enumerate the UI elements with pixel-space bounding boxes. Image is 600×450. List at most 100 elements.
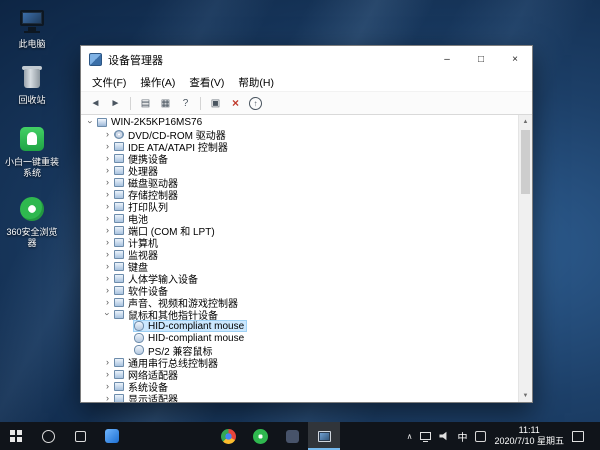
chevron-right-icon — [102, 249, 113, 259]
tree-item-mice-pointing[interactable]: 鼠标和其他指针设备 — [81, 308, 518, 320]
menu-view[interactable]: 查看(V) — [182, 73, 231, 92]
help-icon[interactable]: ? — [177, 95, 194, 112]
back-icon[interactable]: ◄ — [87, 95, 104, 112]
display-adapter-icon — [114, 394, 124, 403]
menu-help[interactable]: 帮助(H) — [231, 73, 281, 92]
sound-controller-icon — [114, 298, 124, 307]
maximize-button[interactable]: □ — [464, 46, 498, 73]
chevron-down-icon — [85, 117, 96, 127]
chevron-right-icon — [102, 177, 113, 187]
ime-icon[interactable] — [475, 431, 486, 442]
uninstall-device-icon[interactable]: × — [227, 95, 244, 112]
pinned-app-icon — [105, 429, 119, 443]
chevron-right-icon — [102, 129, 113, 139]
computer-icon — [97, 118, 107, 127]
green-browser-icon — [253, 429, 268, 444]
this-pc-icon — [17, 8, 47, 36]
titlebar[interactable]: 设备管理器 – □ × — [81, 46, 532, 73]
window-title: 设备管理器 — [108, 52, 430, 68]
taskbar-clock[interactable]: 11:11 2020/7/10 星期五 — [494, 425, 564, 448]
scan-hardware-icon[interactable]: ▣ — [207, 95, 224, 112]
cortana-button[interactable] — [32, 422, 64, 450]
windows-logo-icon — [10, 430, 22, 442]
minimize-button[interactable]: – — [430, 46, 464, 73]
task-view-icon — [75, 431, 86, 442]
chevron-right-icon — [102, 297, 113, 307]
360-browser-icon — [17, 196, 47, 224]
pinned-360-browser-button[interactable] — [244, 422, 276, 450]
chevron-right-icon — [102, 273, 113, 283]
properties-icon[interactable]: ▦ — [157, 95, 174, 112]
chevron-right-icon — [102, 393, 113, 402]
network-icon[interactable] — [420, 432, 431, 440]
chevron-right-icon — [102, 225, 113, 235]
clock-date: 2020/7/10 星期五 — [494, 436, 564, 447]
input-method-indicator[interactable]: 中 — [457, 429, 467, 444]
processor-icon — [114, 166, 124, 175]
toolbar-separator — [200, 97, 201, 110]
mouse-device-icon — [134, 333, 144, 343]
toolbar-separator — [130, 97, 131, 110]
dark-app-icon — [286, 430, 299, 443]
pinned-app-1[interactable] — [96, 422, 128, 450]
desktop-icon-this-pc[interactable]: 此电脑 — [2, 8, 62, 50]
menu-bar: 文件(F) 操作(A) 查看(V) 帮助(H) — [81, 73, 532, 92]
volume-icon[interactable] — [439, 431, 449, 441]
tree-item-display-adapters[interactable]: 显示适配器 — [81, 392, 518, 402]
vertical-scrollbar[interactable]: ▲ ▼ — [518, 115, 532, 402]
menu-file[interactable]: 文件(F) — [85, 73, 133, 92]
scroll-down-icon[interactable]: ▼ — [519, 389, 532, 402]
scrollbar-thumb[interactable] — [521, 130, 530, 194]
tray-expand-icon[interactable]: ∧ — [407, 432, 413, 441]
mouse-category-icon — [114, 310, 124, 319]
ports-icon — [114, 226, 124, 235]
scroll-up-icon[interactable]: ▲ — [519, 115, 532, 128]
computer-category-icon — [114, 238, 124, 247]
chevron-right-icon — [102, 153, 113, 163]
software-device-icon — [114, 286, 124, 295]
desktop-icon-360-browser[interactable]: 360安全浏览器 — [2, 196, 62, 250]
browser-circle-icon — [221, 429, 236, 444]
cortana-circle-icon — [42, 430, 55, 443]
chevron-right-icon — [102, 201, 113, 211]
print-queue-icon — [114, 202, 124, 211]
action-center-icon[interactable] — [572, 431, 584, 442]
desktop-icon-xiaobai-reinstall[interactable]: 小白一键重装系统 — [2, 126, 62, 180]
battery-icon — [114, 214, 124, 223]
forward-icon[interactable]: ► — [107, 95, 124, 112]
task-view-button[interactable] — [64, 422, 96, 450]
device-manager-window: 设备管理器 – □ × 文件(F) 操作(A) 查看(V) 帮助(H) ◄ ► … — [80, 45, 533, 403]
clock-time: 11:11 — [494, 425, 564, 436]
device-manager-taskbar-button[interactable] — [308, 422, 340, 450]
monitor-icon — [114, 250, 124, 259]
hid-device-icon — [114, 274, 124, 283]
desktop-icon-recycle-bin[interactable]: 回收站 — [2, 64, 62, 106]
tree-item-hid-mouse-1[interactable]: HID-compliant mouse — [81, 320, 518, 332]
toolbar: ◄ ► ▤ ▦ ? ▣ × ↑ — [81, 92, 532, 115]
pinned-browser-button[interactable] — [212, 422, 244, 450]
menu-action[interactable]: 操作(A) — [133, 73, 182, 92]
system-tray: ∧ 中 11:11 2020/7/10 星期五 — [407, 422, 600, 450]
update-driver-icon[interactable]: ↑ — [249, 97, 262, 110]
dvd-drive-icon — [114, 130, 124, 139]
desktop-icon-label: 360安全浏览器 — [2, 227, 62, 250]
disk-drive-icon — [114, 178, 124, 187]
network-adapter-icon — [114, 370, 124, 379]
pinned-app-2[interactable] — [276, 422, 308, 450]
console-tree-icon[interactable]: ▤ — [137, 95, 154, 112]
tree-item-hid-mouse-2[interactable]: HID-compliant mouse — [81, 332, 518, 344]
chevron-right-icon — [102, 237, 113, 247]
close-button[interactable]: × — [498, 46, 532, 73]
start-button[interactable] — [0, 422, 32, 450]
mouse-device-icon — [134, 321, 144, 331]
chevron-right-icon — [102, 189, 113, 199]
device-manager-taskbar-icon — [318, 431, 331, 442]
chevron-right-icon — [102, 357, 113, 367]
usb-controller-icon — [114, 358, 124, 367]
mouse-device-icon — [134, 345, 144, 355]
desktop-icon-label: 小白一键重装系统 — [2, 157, 62, 180]
desktop-icon-label: 回收站 — [2, 95, 62, 106]
device-tree: WIN-2K5KP16MS76 DVD/CD-ROM 驱动器 IDE ATA/A… — [81, 115, 532, 402]
chevron-right-icon — [102, 141, 113, 151]
desktop-icon-label: 此电脑 — [2, 39, 62, 50]
